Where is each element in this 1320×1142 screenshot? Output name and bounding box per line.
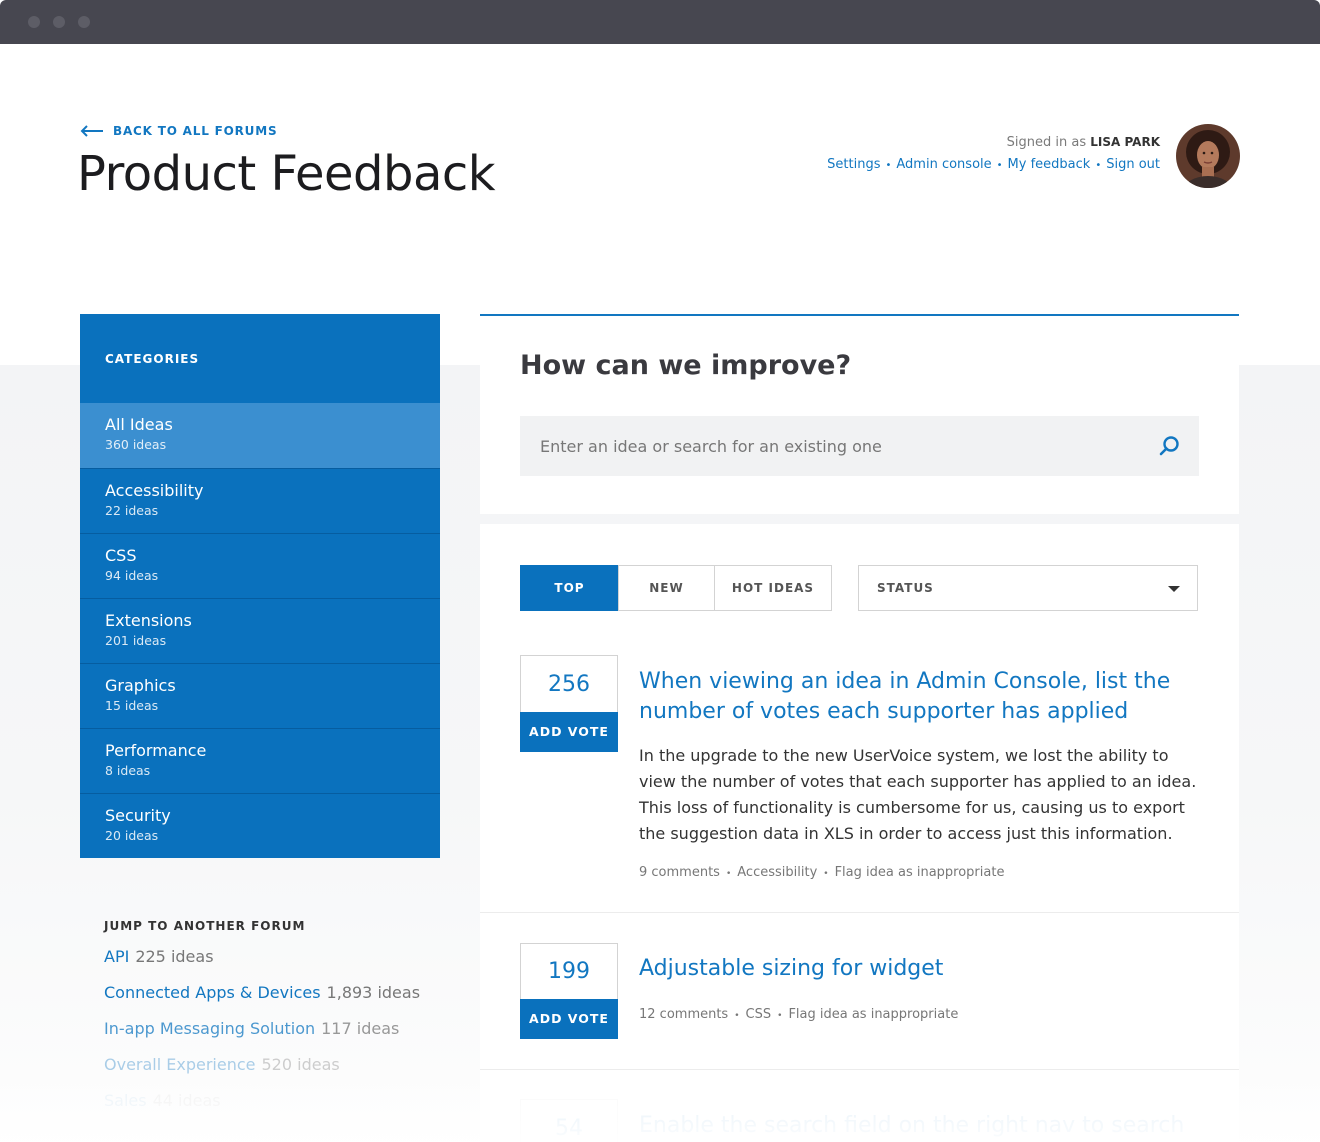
category-label: Graphics [105, 676, 176, 695]
forum-link-overall-experience[interactable]: Overall Experience [104, 1055, 256, 1074]
window-zoom-dot[interactable] [78, 16, 90, 28]
category-label: All Ideas [105, 415, 173, 434]
category-count: 15 ideas [105, 698, 159, 713]
category-performance[interactable]: Performance 8 ideas [80, 728, 440, 793]
jump-heading: JUMP TO ANOTHER FORUM [104, 919, 306, 933]
arrow-left-icon [80, 125, 103, 137]
search-icon[interactable] [1157, 434, 1181, 458]
category-count: 22 ideas [105, 503, 159, 518]
idea-item: 199 ADD VOTE Adjustable sizing for widge… [520, 943, 1200, 1063]
vote-count: 199 [520, 943, 618, 999]
category-label: Performance [105, 741, 207, 760]
forum-count: 1,893 ideas [326, 983, 421, 1002]
search-card: How can we improve? [480, 314, 1239, 514]
ideas-card: TOP NEW HOT IDEAS STATUS 256 ADD VOTE Wh… [480, 524, 1239, 1142]
forum-link-connected-apps[interactable]: Connected Apps & Devices [104, 983, 321, 1002]
forum-count: 44 ideas [152, 1091, 221, 1110]
category-label: Security [105, 806, 171, 825]
my-feedback-link[interactable]: My feedback [1008, 157, 1091, 172]
forum-count: 225 ideas [135, 947, 214, 966]
avatar[interactable] [1176, 124, 1240, 188]
category-count: 8 ideas [105, 763, 151, 778]
idea-divider [480, 912, 1239, 913]
tab-top[interactable]: TOP [520, 565, 619, 611]
vote-count: 54 [520, 1099, 618, 1142]
idea-title-link[interactable]: Enable the search field on the right nav… [639, 1111, 1199, 1141]
caret-down-icon [1168, 586, 1180, 592]
sign-out-link[interactable]: Sign out [1106, 157, 1160, 172]
idea-divider [480, 1069, 1239, 1070]
flag-idea-link[interactable]: Flag idea as inappropriate [835, 865, 1005, 880]
forum-item: API 225 ideas [104, 947, 464, 983]
idea-meta: 12 comments • CSS • Flag idea as inappropria… [639, 1007, 959, 1022]
back-link-label: BACK TO ALL FORUMS [113, 124, 278, 138]
category-label: Accessibility [105, 481, 204, 500]
categories-list: All Ideas 360 ideas Accessibility 22 ide… [80, 403, 440, 858]
user-name: LISA PARK [1090, 135, 1160, 149]
search-box [520, 416, 1199, 476]
category-count: 20 ideas [105, 828, 159, 843]
user-avatar-icon [1176, 124, 1240, 188]
status-label: STATUS [877, 581, 934, 595]
forum-link-sales[interactable]: Sales [104, 1091, 147, 1110]
idea-description: In the upgrade to the new UserVoice syst… [639, 746, 1197, 843]
admin-console-link[interactable]: Admin console [896, 157, 991, 172]
category-label: CSS [105, 546, 137, 565]
forum-item: In-app Messaging Solution 117 ideas [104, 1019, 464, 1055]
idea-item: 54 Enable the search field on the right … [520, 1099, 1200, 1142]
signed-in-prefix: Signed in as [1006, 135, 1087, 150]
category-accessibility[interactable]: Accessibility 22 ideas [80, 468, 440, 533]
forum-count: 117 ideas [321, 1019, 400, 1038]
category-count: 94 ideas [105, 568, 159, 583]
search-heading: How can we improve? [520, 350, 852, 381]
forum-item: Sales 44 ideas [104, 1091, 464, 1127]
comments-link[interactable]: 9 comments [639, 865, 720, 880]
forum-link-api[interactable]: API [104, 947, 129, 966]
vote-box: 256 ADD VOTE [520, 655, 618, 752]
comments-link[interactable]: 12 comments [639, 1007, 728, 1022]
vote-box: 199 ADD VOTE [520, 943, 618, 1039]
status-dropdown[interactable]: STATUS [858, 565, 1198, 611]
category-link[interactable]: CSS [746, 1007, 772, 1022]
forum-item: Connected Apps & Devices 1,893 ideas [104, 983, 464, 1019]
settings-link[interactable]: Settings [827, 157, 880, 172]
signed-in-status: Signed in as LISA PARK [1007, 135, 1160, 150]
category-link[interactable]: Accessibility [737, 865, 817, 880]
add-vote-button[interactable]: ADD VOTE [520, 999, 618, 1039]
vote-box: 54 [520, 1099, 618, 1142]
categories-sidebar: CATEGORIES All Ideas 360 ideas Accessibi… [80, 314, 440, 858]
category-count: 201 ideas [105, 633, 167, 648]
forum-count: 520 ideas [261, 1055, 340, 1074]
add-vote-button[interactable]: ADD VOTE [520, 712, 618, 752]
idea-item: 256 ADD VOTE When viewing an idea in Adm… [520, 655, 1200, 915]
category-css[interactable]: CSS 94 ideas [80, 533, 440, 598]
forum-item: Overall Experience 520 ideas [104, 1055, 464, 1091]
idea-title-link[interactable]: When viewing an idea in Admin Console, l… [639, 667, 1199, 727]
idea-meta: 9 comments • Accessibility • Flag idea as in… [639, 865, 1005, 880]
jump-to-forum: JUMP TO ANOTHER FORUM API 225 ideas Conne… [104, 919, 464, 1127]
window-close-dot[interactable] [28, 16, 40, 28]
window-minimize-dot[interactable] [53, 16, 65, 28]
tab-new[interactable]: NEW [618, 565, 715, 611]
category-graphics[interactable]: Graphics 15 ideas [80, 663, 440, 728]
forum-link-in-app-messaging[interactable]: In-app Messaging Solution [104, 1019, 315, 1038]
categories-heading: CATEGORIES [105, 352, 200, 366]
user-links: Settings • Admin console • My feedback • Sign … [827, 157, 1160, 172]
idea-title-link[interactable]: Adjustable sizing for widget [639, 954, 1199, 984]
back-to-forums-link[interactable]: BACK TO ALL FORUMS [80, 124, 277, 138]
page-title: Product Feedback [77, 146, 496, 202]
category-all-ideas[interactable]: All Ideas 360 ideas [80, 403, 440, 468]
category-security[interactable]: Security 20 ideas [80, 793, 440, 858]
flag-idea-link[interactable]: Flag idea as inappropriate [788, 1007, 958, 1022]
window-titlebar [0, 0, 1320, 44]
search-input[interactable] [520, 416, 1150, 476]
vote-count: 256 [520, 655, 618, 712]
tab-hot-ideas[interactable]: HOT IDEAS [714, 565, 832, 611]
category-extensions[interactable]: Extensions 201 ideas [80, 598, 440, 663]
category-label: Extensions [105, 611, 192, 630]
category-count: 360 ideas [105, 437, 167, 452]
